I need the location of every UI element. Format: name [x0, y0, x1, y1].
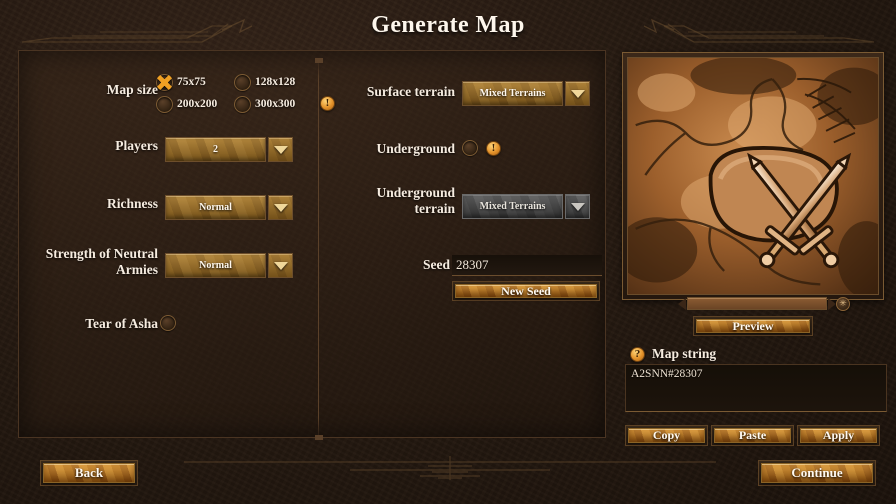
column-divider	[315, 58, 323, 440]
preview-button[interactable]: Preview	[696, 319, 810, 333]
tear-of-asha-label: Tear of Asha	[85, 316, 158, 331]
map-preview-frame	[622, 52, 884, 300]
radio-icon-75x75[interactable]	[156, 73, 173, 91]
continue-button-frame[interactable]: Continue	[758, 460, 876, 486]
map-preview-image[interactable]	[627, 57, 879, 295]
slider-left-arrow-icon[interactable]	[678, 297, 686, 310]
underground-terrain-label-line1: Underground	[376, 185, 455, 200]
underground-terrain-label-wrap: Underground terrain	[340, 185, 455, 216]
radio-icon-128x128[interactable]	[234, 73, 251, 91]
map-size-label: Map size	[106, 82, 158, 97]
preview-slider[interactable]: ✳	[678, 296, 850, 311]
richness-dropdown[interactable]: Normal	[165, 195, 293, 220]
underground-toggle-row: !	[462, 140, 501, 156]
back-button[interactable]: Back	[43, 463, 135, 483]
seed-label: Seed	[423, 257, 450, 272]
players-label-wrap: Players	[78, 138, 158, 154]
map-string-header: ? Map string	[630, 346, 716, 362]
surface-terrain-label: Surface terrain	[366, 84, 455, 99]
footer-ornament	[184, 456, 716, 480]
map-size-option-300x300[interactable]: 300x300	[234, 95, 314, 113]
underground-terrain-dropdown-arrow	[565, 194, 590, 219]
surface-terrain-dropdown-arrow[interactable]	[565, 81, 590, 106]
warning-icon-underground[interactable]: !	[486, 140, 501, 156]
seed-input[interactable]: 28307	[452, 255, 602, 276]
paste-button[interactable]: Paste	[714, 428, 791, 443]
new-seed-button[interactable]: New Seed	[455, 284, 597, 298]
preview-button-frame[interactable]: Preview	[693, 316, 813, 336]
surface-terrain-dropdown[interactable]: Mixed Terrains	[462, 81, 590, 106]
map-size-label-wrap: Map size	[88, 82, 158, 98]
surface-terrain-label-wrap: Surface terrain	[340, 84, 455, 100]
neutral-armies-value[interactable]: Normal	[165, 253, 266, 278]
underground-terrain-value: Mixed Terrains	[462, 194, 563, 219]
chevron-down-icon	[273, 203, 288, 212]
map-size-option-label: 128x128	[255, 76, 296, 88]
back-button-frame[interactable]: Back	[40, 460, 138, 486]
neutral-armies-label-wrap: Strength of Neutral Armies	[18, 246, 158, 277]
players-label: Players	[115, 138, 158, 153]
chevron-down-icon	[570, 89, 585, 98]
slider-right-arrow-icon[interactable]	[828, 297, 836, 310]
continue-button[interactable]: Continue	[761, 463, 873, 483]
richness-label: Richness	[106, 196, 158, 211]
slider-knob[interactable]: ✳	[836, 296, 850, 311]
map-size-option-75x75[interactable]: 75x75	[156, 73, 228, 91]
neutral-armies-dropdown[interactable]: Normal	[165, 253, 293, 278]
underground-label: Underground	[376, 141, 455, 156]
neutral-armies-label-line1: Strength of Neutral	[45, 246, 158, 261]
players-value[interactable]: 2	[165, 137, 266, 162]
neutral-armies-dropdown-arrow[interactable]	[268, 253, 293, 278]
tear-of-asha-toggle[interactable]	[160, 315, 176, 331]
chevron-down-icon	[273, 261, 288, 270]
map-size-options: 75x75 128x128 200x200 300x300 !	[156, 72, 335, 114]
map-size-option-200x200[interactable]: 200x200	[156, 95, 228, 113]
richness-label-wrap: Richness	[68, 196, 158, 212]
toggle-icon-tear-of-asha[interactable]	[160, 315, 176, 331]
neutral-armies-label-line2: Armies	[116, 261, 158, 277]
richness-value[interactable]: Normal	[165, 195, 266, 220]
map-size-option-label: 300x300	[255, 98, 296, 110]
copy-button[interactable]: Copy	[628, 428, 705, 443]
map-size-option-label: 200x200	[177, 98, 218, 110]
map-string-label: Map string	[652, 346, 717, 361]
map-size-option-label: 75x75	[177, 76, 206, 88]
map-string-input[interactable]: A2SNN#28307	[625, 364, 887, 412]
chevron-down-icon	[273, 145, 288, 154]
help-icon-map-string[interactable]: ?	[630, 346, 645, 362]
richness-dropdown-arrow[interactable]	[268, 195, 293, 220]
slider-track[interactable]	[687, 297, 827, 310]
seed-label-wrap: Seed	[390, 257, 450, 273]
toggle-icon-underground[interactable]	[462, 140, 478, 156]
chevron-down-icon	[570, 202, 585, 211]
page-title: Generate Map	[371, 12, 525, 38]
radio-icon-300x300[interactable]	[234, 95, 251, 113]
radio-icon-200x200[interactable]	[156, 95, 173, 113]
underground-terrain-label-line2: terrain	[414, 200, 455, 216]
apply-button-frame[interactable]: Apply	[797, 425, 880, 446]
warning-icon-map-size[interactable]: !	[320, 96, 335, 111]
underground-terrain-dropdown: Mixed Terrains	[462, 194, 590, 219]
new-seed-button-frame[interactable]: New Seed	[452, 281, 600, 301]
map-size-option-128x128[interactable]: 128x128	[234, 73, 314, 91]
paste-button-frame[interactable]: Paste	[711, 425, 794, 446]
apply-button[interactable]: Apply	[800, 428, 877, 443]
tear-of-asha-label-wrap: Tear of Asha	[58, 316, 158, 332]
underground-label-wrap: Underground	[340, 141, 455, 157]
seed-field-wrap[interactable]: 28307	[452, 255, 602, 276]
surface-terrain-value[interactable]: Mixed Terrains	[462, 81, 563, 106]
copy-button-frame[interactable]: Copy	[625, 425, 708, 446]
players-dropdown[interactable]: 2	[165, 137, 293, 162]
players-dropdown-arrow[interactable]	[268, 137, 293, 162]
